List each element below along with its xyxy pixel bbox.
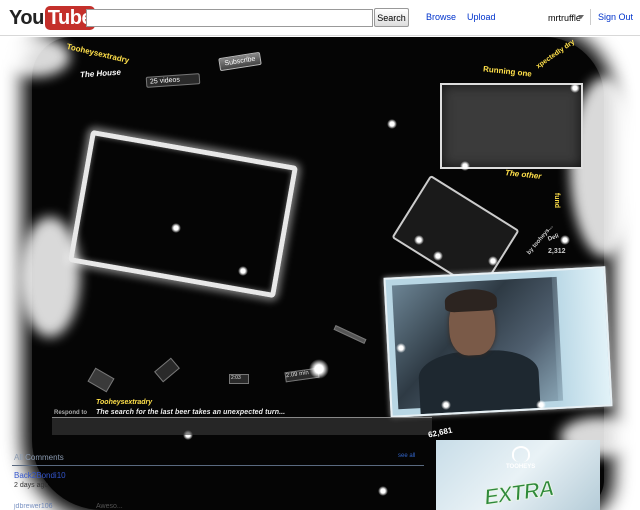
youtube-logo[interactable]: You Tube [9,5,96,31]
comments-title: All Comments [14,453,64,462]
snowflake-icon [396,343,406,353]
top-header: You Tube Search Browse Upload mrtruffle … [0,0,640,36]
floating-duration-tag[interactable]: 2:03 [229,374,249,384]
nav-upload-link[interactable]: Upload [467,12,496,22]
comments-divider [12,465,424,466]
see-all-link[interactable]: see all [398,453,415,459]
advertisement-banner[interactable]: TOOHEYS EXTRA [436,440,600,510]
respond-label[interactable]: Respond to [54,410,87,416]
snowflake-icon [387,119,397,129]
snowflake-icon [238,266,248,276]
video-still [391,276,564,415]
snowflake-icon [441,400,451,410]
ad-brand: TOOHEYS [506,464,536,470]
snowflake-icon [488,256,498,266]
ad-headline: EXTRA [482,475,555,510]
stag-antlers-icon [512,446,530,462]
snowflake-icon [460,161,470,171]
snowflake-icon [570,83,580,93]
username-menu[interactable]: mrtruffle [548,13,581,23]
logo-you: You [9,6,44,29]
comment-author-link[interactable]: jdbrewer106 [14,503,53,510]
sign-out-link[interactable]: Sign Out [598,12,633,22]
comment-timestamp: 2 days ago [14,482,49,489]
floating-view-count: 2,312 [548,248,566,255]
video-thumbnail-frame[interactable] [440,83,583,169]
snowflake-icon [536,400,546,410]
video-figure-body [417,347,541,415]
frost-edge [20,217,80,337]
featured-user[interactable]: Tooheysextradry [96,399,152,406]
frost-edge [0,37,70,77]
video-figure-hair [444,288,498,313]
comment-author-link[interactable]: Back2Bondi10 [14,471,66,480]
video-frost-overlay [551,268,611,411]
snowflake-icon [309,359,329,379]
comments-panel: All Comments see all Back2Bondi10 2 days… [10,447,425,510]
search-button[interactable]: Search [374,8,409,27]
channel-background: Tooheysextradry The House 25 videos Subs… [0,37,640,510]
snowflake-icon [560,235,570,245]
snowflake-icon [433,251,443,261]
snowflake-icon [414,235,424,245]
nav-browse-link[interactable]: Browse [426,12,456,22]
floating-text-fund: fund [553,192,561,209]
header-divider [590,9,591,25]
featured-video-player[interactable] [383,266,613,418]
snowflake-icon [171,223,181,233]
chevron-down-icon[interactable] [578,15,584,19]
search-input[interactable] [86,9,373,27]
featured-description: The search for the last beer takes an un… [96,409,286,416]
comment-text: Aweso... [96,503,123,510]
featured-info-strip [52,417,432,435]
